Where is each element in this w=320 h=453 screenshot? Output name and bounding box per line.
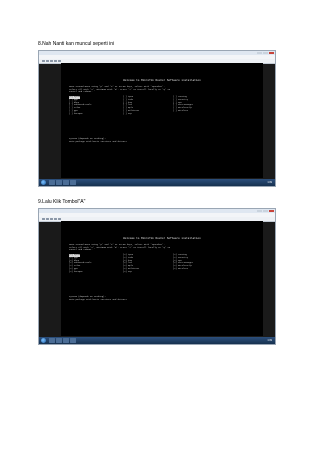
package-option[interactable]: [ ] wireless bbox=[173, 109, 188, 113]
taskbar-app-icon[interactable] bbox=[49, 180, 55, 185]
windows-start-icon[interactable] bbox=[41, 179, 47, 186]
clock: 1:09 bbox=[267, 181, 272, 184]
toolbar-icon[interactable] bbox=[50, 59, 53, 63]
close-button[interactable] bbox=[268, 209, 274, 213]
description-line: Main package with basic services and dri… bbox=[69, 139, 127, 143]
package-option[interactable]: [ ] ntp bbox=[123, 112, 132, 116]
taskbar-app-icon[interactable] bbox=[63, 338, 69, 343]
toolbar-icon[interactable] bbox=[42, 217, 45, 221]
minimize-button[interactable] bbox=[257, 209, 262, 213]
installer-title: Welcome to MikroTik Router Software inst… bbox=[123, 79, 201, 82]
close-button[interactable] bbox=[268, 51, 274, 55]
package-option[interactable]: [X] ntp bbox=[123, 270, 132, 274]
toolbar-icon[interactable] bbox=[58, 59, 61, 63]
screenshot-step-8: Welcome to MikroTik Router Software inst… bbox=[38, 50, 276, 187]
toolbar-icon[interactable] bbox=[42, 59, 45, 63]
taskbar: 1:09 bbox=[39, 337, 275, 344]
package-option[interactable]: [X] wireless bbox=[173, 267, 188, 271]
toolbar-icon[interactable] bbox=[54, 59, 57, 63]
step-8-caption: 8.Nah Nanti kan muncul seperti ini bbox=[38, 41, 115, 47]
console-screen[interactable]: Welcome to MikroTik Router Software inst… bbox=[61, 63, 263, 178]
taskbar-app-icon[interactable] bbox=[70, 180, 76, 185]
console-screen[interactable]: Welcome to MikroTik Router Software inst… bbox=[61, 221, 263, 336]
instruction-line: cancel and reboot. bbox=[69, 248, 93, 252]
toolbar-icon[interactable] bbox=[46, 59, 49, 63]
taskbar-app-icon[interactable] bbox=[70, 338, 76, 343]
taskbar: 1:09 bbox=[39, 179, 275, 186]
maximize-button[interactable] bbox=[262, 209, 268, 213]
toolbar-icon[interactable] bbox=[54, 217, 57, 221]
clock: 1:09 bbox=[267, 339, 272, 342]
toolbar-icon[interactable] bbox=[50, 217, 53, 221]
maximize-button[interactable] bbox=[262, 51, 268, 55]
toolbar-icon[interactable] bbox=[46, 217, 49, 221]
taskbar-app-icon[interactable] bbox=[56, 338, 62, 343]
taskbar-app-icon[interactable] bbox=[63, 180, 69, 185]
installer-title: Welcome to MikroTik Router Software inst… bbox=[123, 237, 201, 240]
description-line: Main package with basic services and dri… bbox=[69, 297, 127, 301]
package-option[interactable]: [ ] hotspot bbox=[69, 112, 83, 116]
windows-start-icon[interactable] bbox=[41, 337, 47, 344]
taskbar-app-icon[interactable] bbox=[56, 180, 62, 185]
screenshot-step-9: Welcome to MikroTik Router Software inst… bbox=[38, 208, 276, 345]
step-9-caption: 9.Lalu Klik Tombol"A" bbox=[38, 199, 86, 205]
minimize-button[interactable] bbox=[257, 51, 262, 55]
taskbar-app-icon[interactable] bbox=[49, 338, 55, 343]
package-option[interactable]: [X] hotspot bbox=[69, 270, 83, 274]
toolbar-icon[interactable] bbox=[58, 217, 61, 221]
instruction-line: cancel and reboot. bbox=[69, 90, 93, 94]
